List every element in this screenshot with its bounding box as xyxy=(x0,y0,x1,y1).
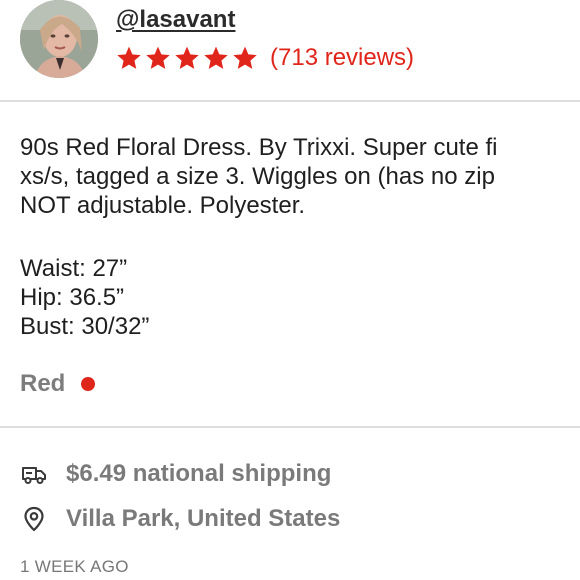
posted-timestamp: 1 WEEK AGO xyxy=(20,557,129,576)
star-icon xyxy=(175,46,199,69)
seller-username[interactable]: @lasavant xyxy=(116,6,235,34)
seller-rating[interactable]: (713 reviews) xyxy=(116,44,414,72)
star-icon xyxy=(146,46,170,69)
measurement-waist: Waist: 27” xyxy=(20,255,128,282)
location-info: Villa Park, United States xyxy=(20,505,340,533)
avatar-image xyxy=(20,0,98,78)
star-icon xyxy=(204,46,228,69)
measurement-hip: Hip: 36.5” xyxy=(20,284,125,311)
truck-icon xyxy=(20,460,48,488)
avatar[interactable] xyxy=(20,0,98,78)
seller-header: @lasavant (713 reviews) xyxy=(20,0,580,96)
description-line: xs/s, tagged a size 3. Wiggles on (has n… xyxy=(20,163,495,190)
reviews-count-link[interactable]: (713 reviews) xyxy=(270,44,414,72)
shipping-text: $6.49 national shipping xyxy=(66,460,332,487)
star-icon xyxy=(117,46,141,69)
measurement-bust: Bust: 30/32” xyxy=(20,313,150,340)
description-line: NOT adjustable. Polyester. xyxy=(20,192,306,219)
shipping-info: $6.49 national shipping xyxy=(20,460,331,488)
star-icon xyxy=(233,46,257,69)
listing-description: 90s Red Floral Dress. By Trixxi. Super c… xyxy=(20,133,580,220)
color-swatch xyxy=(81,377,96,391)
star-rating xyxy=(116,45,258,71)
color-attribute: Red xyxy=(20,370,96,398)
location-text: Villa Park, United States xyxy=(66,505,341,532)
color-label: Red xyxy=(20,370,66,397)
measurements: Waist: 27” Hip: 36.5” Bust: 30/32” xyxy=(20,254,149,341)
divider xyxy=(0,100,580,102)
location-pin-icon xyxy=(20,505,48,533)
divider xyxy=(0,426,580,428)
description-line: 90s Red Floral Dress. By Trixxi. Super c… xyxy=(20,134,498,161)
